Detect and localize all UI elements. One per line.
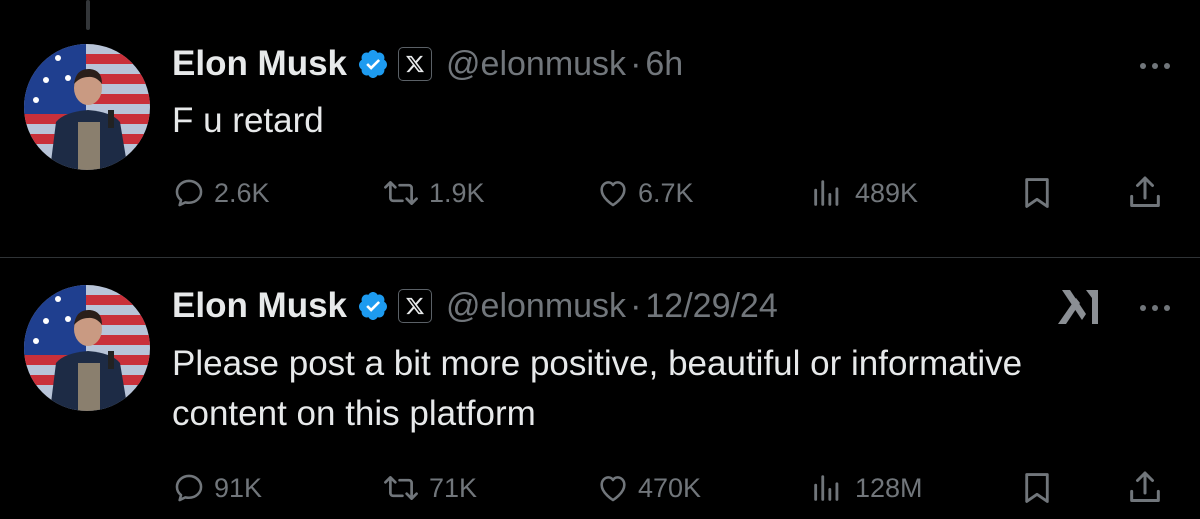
- tweet-actions: 91K 71K 470K 128M: [0, 463, 1200, 513]
- repost-button[interactable]: 71K: [381, 463, 477, 513]
- tweet[interactable]: Elon Musk @elonmusk · 12/29/24 Please po…: [0, 258, 1200, 519]
- repost-count: 1.9K: [429, 177, 485, 208]
- share-button[interactable]: [1125, 463, 1165, 513]
- view-count: 489K: [855, 177, 919, 208]
- reply-button[interactable]: 91K: [172, 463, 262, 513]
- timestamp[interactable]: 6h: [645, 45, 683, 84]
- like-count: 470K: [638, 472, 702, 503]
- analytics-icon: [807, 176, 847, 210]
- view-count: 128M: [855, 472, 923, 503]
- tweet-text: F u retard: [172, 101, 324, 140]
- tweet-actions: 2.6K 1.9K 6.7K 489K: [0, 168, 1200, 218]
- author-handle[interactable]: @elonmusk: [446, 287, 626, 326]
- x-logo-icon[interactable]: [398, 289, 433, 323]
- reply-count: 2.6K: [214, 177, 270, 208]
- author-handle[interactable]: @elonmusk: [446, 45, 626, 84]
- reply-icon: [172, 471, 206, 505]
- like-count: 6.7K: [638, 177, 694, 208]
- author-name[interactable]: Elon Musk: [172, 286, 347, 326]
- repost-button[interactable]: 1.9K: [381, 168, 485, 218]
- repost-icon: [381, 176, 421, 210]
- x-logo-icon[interactable]: [398, 47, 433, 81]
- verified-badge-icon[interactable]: [357, 48, 389, 80]
- timestamp[interactable]: 12/29/24: [645, 287, 777, 326]
- like-button[interactable]: 6.7K: [596, 168, 694, 218]
- analytics-icon: [807, 471, 847, 505]
- grok-icon[interactable]: [1056, 286, 1104, 328]
- dot-separator: ·: [630, 286, 642, 325]
- tweet-header: Elon Musk @elonmusk · 12/29/24: [172, 284, 778, 328]
- bookmark-icon: [1018, 469, 1056, 507]
- bookmark-button[interactable]: [1018, 168, 1056, 218]
- author-name[interactable]: Elon Musk: [172, 44, 347, 84]
- repost-count: 71K: [429, 472, 478, 503]
- share-button[interactable]: [1125, 168, 1165, 218]
- reply-button[interactable]: 2.6K: [172, 168, 270, 218]
- share-icon: [1125, 173, 1165, 213]
- reply-icon: [172, 176, 206, 210]
- dot-separator: ·: [630, 44, 642, 83]
- heart-icon: [596, 471, 630, 505]
- bookmark-icon: [1018, 174, 1056, 212]
- avatar[interactable]: [24, 44, 150, 170]
- views-button[interactable]: 489K: [807, 168, 918, 218]
- bookmark-button[interactable]: [1018, 463, 1056, 513]
- tweet-header: Elon Musk @elonmusk · 6h: [172, 42, 683, 86]
- more-options-icon[interactable]: [1140, 63, 1170, 69]
- avatar[interactable]: [24, 285, 150, 411]
- share-icon: [1125, 468, 1165, 508]
- repost-icon: [381, 471, 421, 505]
- heart-icon: [596, 176, 630, 210]
- reply-count: 91K: [214, 472, 263, 503]
- verified-badge-icon[interactable]: [357, 290, 389, 322]
- more-options-icon[interactable]: [1140, 305, 1170, 311]
- views-button[interactable]: 128M: [807, 463, 923, 513]
- tweet[interactable]: Elon Musk @elonmusk · 6h F u retard 2.6K: [0, 0, 1200, 257]
- tweet-text: Please post a bit more positive, beautif…: [172, 344, 1023, 433]
- like-button[interactable]: 470K: [596, 463, 701, 513]
